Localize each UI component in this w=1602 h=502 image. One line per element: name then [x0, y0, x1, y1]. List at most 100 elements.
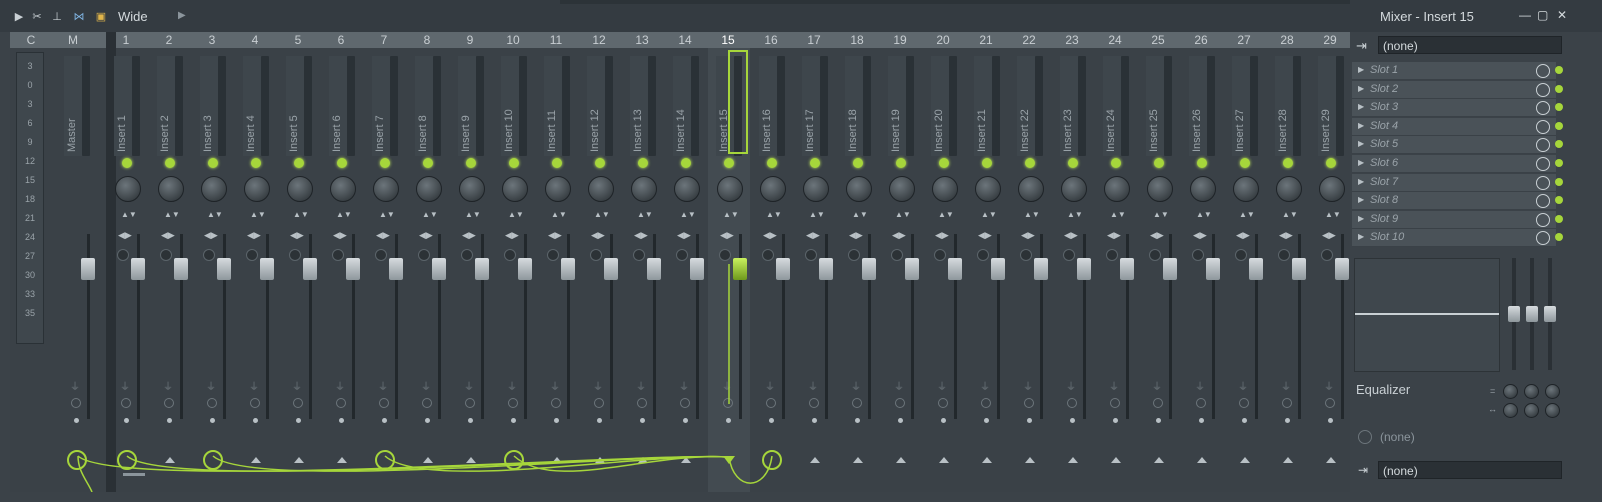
volume-fader[interactable]: [647, 258, 661, 280]
arm-dot[interactable]: [339, 418, 344, 423]
stereo-knob[interactable]: [160, 249, 172, 261]
swap-channels-icon[interactable]: ◀▶: [763, 230, 777, 241]
stereo-separation-icon[interactable]: ▲▼: [293, 211, 309, 219]
stereo-knob[interactable]: [590, 249, 602, 261]
stereo-knob[interactable]: [977, 249, 989, 261]
mixer-strip-23[interactable]: Insert 23 ▲▼ ◀▶ ⏚: [1052, 48, 1094, 492]
latency-icon[interactable]: [895, 398, 905, 408]
stereo-separation-icon[interactable]: ▲▼: [207, 211, 223, 219]
volume-fader[interactable]: [346, 258, 360, 280]
slot-mix-knob[interactable]: [1536, 119, 1550, 134]
swap-channels-icon[interactable]: ◀▶: [806, 230, 820, 241]
stereo-knob[interactable]: [332, 249, 344, 261]
cut-icon[interactable]: ✂: [30, 9, 44, 23]
pan-knob[interactable]: [1233, 176, 1259, 202]
mixer-strip-8[interactable]: Insert 8 ▲▼ ◀▶ ⏚: [407, 48, 449, 492]
stereo-separation-icon[interactable]: ▲▼: [680, 211, 696, 219]
enable-led[interactable]: [1197, 158, 1207, 168]
swap-channels-icon[interactable]: ◀▶: [118, 230, 132, 241]
latency-icon[interactable]: [723, 398, 733, 408]
swap-channels-icon[interactable]: ◀▶: [591, 230, 605, 241]
route-button[interactable]: [890, 449, 912, 471]
slot-enable-led[interactable]: [1555, 103, 1563, 112]
mixer-strip-18[interactable]: Insert 18 ▲▼ ◀▶ ⏚: [837, 48, 879, 492]
mixer-strip-16[interactable]: Insert 16 ▲▼ ◀▶ ⏚: [751, 48, 793, 492]
record-icon[interactable]: ⏚: [550, 378, 560, 393]
header-track-25[interactable]: 25: [1146, 33, 1170, 47]
header-track-23[interactable]: 23: [1060, 33, 1084, 47]
record-icon[interactable]: ⏚: [378, 378, 388, 393]
pan-knob[interactable]: [1190, 176, 1216, 202]
stereo-separation-icon[interactable]: ▲▼: [465, 211, 481, 219]
mixer-strip-6[interactable]: Insert 6 ▲▼ ◀▶ ⏚: [321, 48, 363, 492]
route-button[interactable]: [202, 449, 224, 471]
arm-dot[interactable]: [425, 418, 430, 423]
record-icon[interactable]: ⏚: [765, 378, 775, 393]
eq-high-fader[interactable]: [1544, 306, 1556, 322]
play-arrow-icon[interactable]: ▶: [12, 9, 26, 23]
route-button[interactable]: [1105, 449, 1127, 471]
swap-channels-icon[interactable]: ◀▶: [892, 230, 906, 241]
enable-led[interactable]: [1154, 158, 1164, 168]
latency-icon[interactable]: [1067, 398, 1077, 408]
volume-fader[interactable]: [1077, 258, 1091, 280]
slot-expand-icon[interactable]: ▶: [1358, 65, 1364, 74]
stereo-separation-icon[interactable]: ▲▼: [1024, 211, 1040, 219]
header-track-14[interactable]: 14: [673, 33, 697, 47]
mixer-strip-21[interactable]: Insert 21 ▲▼ ◀▶ ⏚: [966, 48, 1008, 492]
mixer-strip-25[interactable]: Insert 25 ▲▼ ◀▶ ⏚: [1138, 48, 1180, 492]
arm-dot[interactable]: [898, 418, 903, 423]
stereo-separation-icon[interactable]: ▲▼: [121, 211, 137, 219]
route-button[interactable]: [589, 449, 611, 471]
preset-arrow-icon[interactable]: ▶: [178, 10, 186, 21]
arm-dot[interactable]: [382, 418, 387, 423]
mixer-strip-3[interactable]: Insert 3 ▲▼ ◀▶ ⏚: [192, 48, 234, 492]
stereo-knob[interactable]: [246, 249, 258, 261]
slot-enable-led[interactable]: [1555, 233, 1563, 242]
enable-led[interactable]: [1111, 158, 1121, 168]
record-icon[interactable]: ⏚: [163, 378, 173, 393]
enable-led[interactable]: [251, 158, 261, 168]
pan-knob[interactable]: [1319, 176, 1345, 202]
volume-fader[interactable]: [948, 258, 962, 280]
latency-icon[interactable]: [164, 398, 174, 408]
swap-channels-icon[interactable]: ◀▶: [978, 230, 992, 241]
volume-fader[interactable]: [604, 258, 618, 280]
route-button[interactable]: [460, 449, 482, 471]
stereo-separation-icon[interactable]: ▲▼: [379, 211, 395, 219]
record-icon[interactable]: ⏚: [851, 378, 861, 393]
enable-led[interactable]: [681, 158, 691, 168]
record-icon[interactable]: ⏚: [1238, 378, 1248, 393]
stereo-separation-icon[interactable]: ▲▼: [1067, 211, 1083, 219]
header-track-3[interactable]: 3: [200, 33, 224, 47]
route-button[interactable]: [1148, 449, 1170, 471]
header-track-5[interactable]: 5: [286, 33, 310, 47]
record-icon[interactable]: ⏚: [206, 378, 216, 393]
mixer-strip-12[interactable]: Insert 12 ▲▼ ◀▶ ⏚: [579, 48, 621, 492]
pan-knob[interactable]: [803, 176, 829, 202]
pan-knob[interactable]: [416, 176, 442, 202]
route-button[interactable]: [374, 449, 396, 471]
slot-enable-led[interactable]: [1555, 214, 1563, 223]
arm-dot[interactable]: [210, 418, 215, 423]
enable-led[interactable]: [724, 158, 734, 168]
slot-enable-led[interactable]: [1555, 66, 1563, 74]
arm-dot[interactable]: [1199, 418, 1204, 423]
stereo-knob[interactable]: [504, 249, 516, 261]
mixer-strip-24[interactable]: Insert 24 ▲▼ ◀▶ ⏚: [1095, 48, 1137, 492]
arm-dot[interactable]: [726, 418, 731, 423]
swap-channels-icon[interactable]: ◀▶: [677, 230, 691, 241]
header-track-15[interactable]: 15: [716, 33, 740, 47]
stereo-knob[interactable]: [762, 249, 774, 261]
stereo-knob[interactable]: [1149, 249, 1161, 261]
stereo-knob[interactable]: [805, 249, 817, 261]
arm-dot[interactable]: [812, 418, 817, 423]
stereo-knob[interactable]: [676, 249, 688, 261]
volume-fader[interactable]: [733, 258, 747, 280]
swap-channels-icon[interactable]: ◀▶: [333, 230, 347, 241]
arm-dot[interactable]: [1113, 418, 1118, 423]
latency-icon[interactable]: [1024, 398, 1034, 408]
arm-dot[interactable]: [554, 418, 559, 423]
slot-enable-led[interactable]: [1555, 159, 1563, 167]
record-icon[interactable]: ⏚: [464, 378, 474, 393]
